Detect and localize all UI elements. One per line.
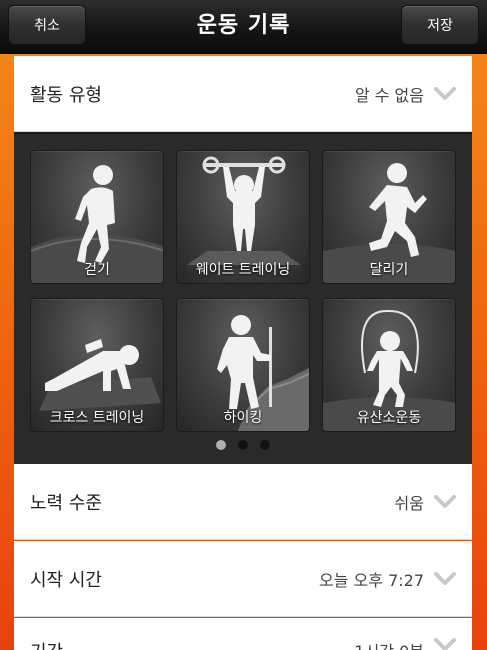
activity-type-row[interactable]: 활동 유형 알 수 없음 [14,56,472,132]
start-time-label: 시작 시간 [30,569,102,591]
page-dot[interactable] [216,440,226,450]
duration-value: 1시간 0분 [354,638,424,650]
effort-level-row[interactable]: 노력 수준 쉬움 [14,464,472,540]
page-dot[interactable] [260,440,270,450]
chevron-down-icon [434,86,456,100]
activity-label: 유산소운동 [356,410,422,426]
activity-label: 걷기 [84,262,110,278]
activity-label: 웨이트 트레이닝 [195,262,291,278]
start-time-value: 오늘 오후 7:27 [319,570,424,590]
chevron-down-icon [434,494,456,508]
activity-label: 하이킹 [223,410,263,426]
effort-level-value: 쉬움 [394,493,424,513]
chevron-down-icon [434,571,456,585]
activity-label: 크로스 트레이닝 [49,410,145,426]
activity-type-value: 알 수 없음 [354,85,424,105]
save-button[interactable]: 저장 [401,5,479,45]
activity-tile-hiking[interactable]: 하이킹 [176,298,310,432]
page-title: 운동 기록 [196,13,291,38]
activity-tile-running[interactable]: 달리기 [322,150,456,284]
activity-tile-walking[interactable]: 걷기 [30,150,164,284]
activity-picker: 걷기 웨이트 트레이닝 달리기 크로스 트레이닝 하이킹 유산소운동 [14,132,472,464]
activity-tile-weight-training[interactable]: 웨이트 트레이닝 [176,150,310,284]
page-indicator[interactable] [14,440,472,452]
activity-label: 달리기 [369,262,409,278]
duration-row[interactable]: 기간 1시간 0분 [14,618,472,650]
activity-tile-cross-training[interactable]: 크로스 트레이닝 [30,298,164,432]
activity-tile-aerobics[interactable]: 유산소운동 [322,298,456,432]
cancel-button[interactable]: 취소 [8,5,86,45]
duration-label: 기간 [30,638,354,650]
start-time-row[interactable]: 시작 시간 오늘 오후 7:27 [14,541,472,617]
navigation-bar: 취소 운동 기록 저장 [0,0,487,54]
page-dot[interactable] [238,440,248,450]
chevron-down-icon [434,638,456,650]
effort-level-label: 노력 수준 [30,492,102,514]
activity-type-label: 활동 유형 [30,84,102,106]
